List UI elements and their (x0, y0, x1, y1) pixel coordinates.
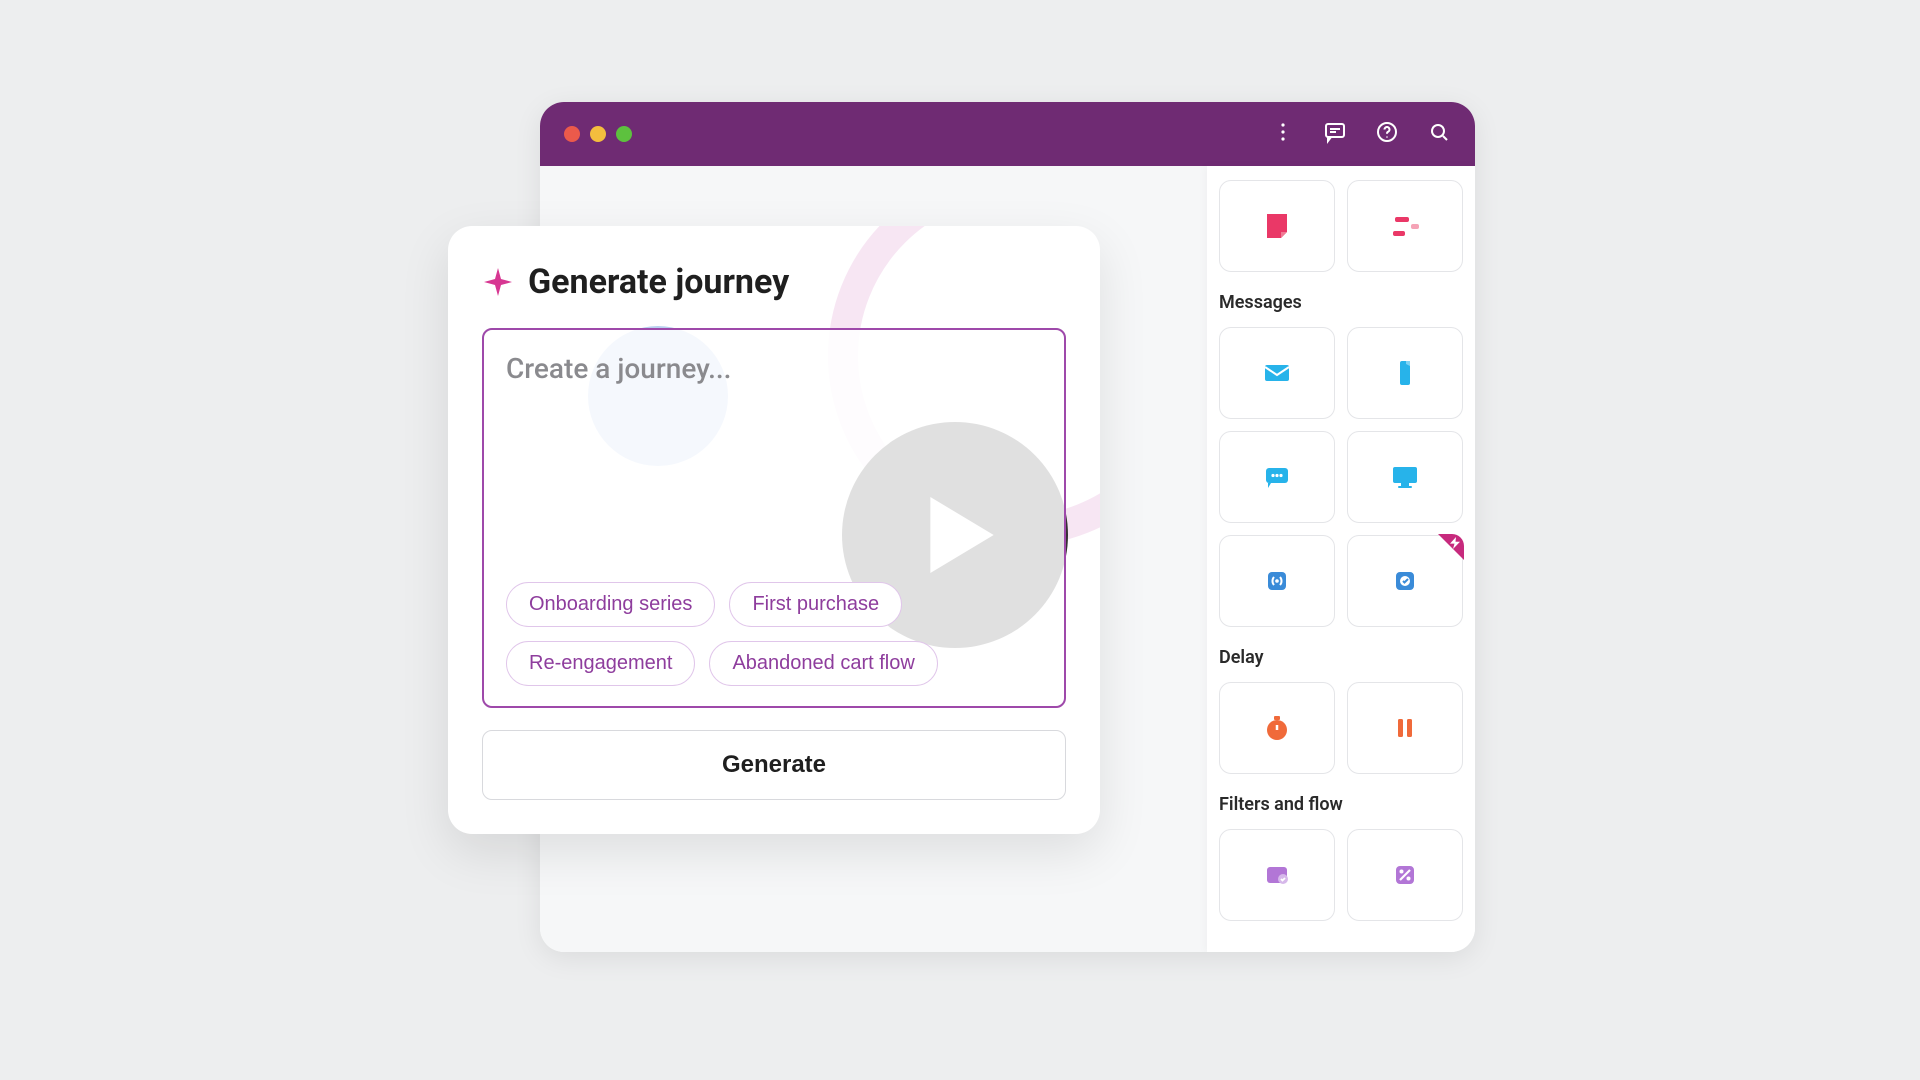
window-traffic-lights (564, 126, 632, 142)
palette-tile-email[interactable] (1219, 327, 1335, 419)
suggestion-chips: Onboarding series First purchase Re-enga… (506, 582, 1042, 686)
titlebar (540, 102, 1475, 166)
components-palette: Messages (1207, 166, 1475, 952)
help-icon[interactable] (1375, 120, 1399, 148)
minimize-window-icon[interactable] (590, 126, 606, 142)
palette-tile-check-app[interactable] (1347, 535, 1463, 627)
section-label-filters: Filters and flow (1219, 794, 1463, 815)
palette-tile-bars[interactable] (1347, 180, 1463, 272)
chip-re-engagement[interactable]: Re-engagement (506, 641, 695, 686)
chip-first-purchase[interactable]: First purchase (729, 582, 902, 627)
more-icon[interactable] (1271, 120, 1295, 148)
section-label-delay: Delay (1219, 647, 1463, 668)
section-label-messages: Messages (1219, 292, 1463, 313)
palette-tile-percent[interactable] (1347, 829, 1463, 921)
palette-tile-timer[interactable] (1219, 682, 1335, 774)
palette-tile-note[interactable] (1219, 180, 1335, 272)
palette-tile-desktop[interactable] (1347, 431, 1463, 523)
generate-button[interactable]: Generate (482, 730, 1066, 800)
chip-abandoned-cart[interactable]: Abandoned cart flow (709, 641, 937, 686)
close-window-icon[interactable] (564, 126, 580, 142)
prompt-input[interactable]: Create a journey... Onboarding series Fi… (482, 328, 1066, 708)
chip-onboarding-series[interactable]: Onboarding series (506, 582, 715, 627)
generate-journey-card: Generate journey Create a journey... Onb… (448, 226, 1100, 834)
maximize-window-icon[interactable] (616, 126, 632, 142)
card-title: Generate journey (528, 262, 789, 302)
search-icon[interactable] (1427, 120, 1451, 148)
premium-badge-icon (1438, 534, 1464, 560)
palette-tile-broadcast[interactable] (1219, 535, 1335, 627)
palette-tile-pause[interactable] (1347, 682, 1463, 774)
sparkle-icon (482, 266, 514, 298)
palette-tile-sms[interactable] (1219, 431, 1335, 523)
palette-tile-filter[interactable] (1219, 829, 1335, 921)
chat-icon[interactable] (1323, 120, 1347, 148)
prompt-placeholder: Create a journey... (506, 352, 1042, 385)
palette-tile-mobile[interactable] (1347, 327, 1463, 419)
